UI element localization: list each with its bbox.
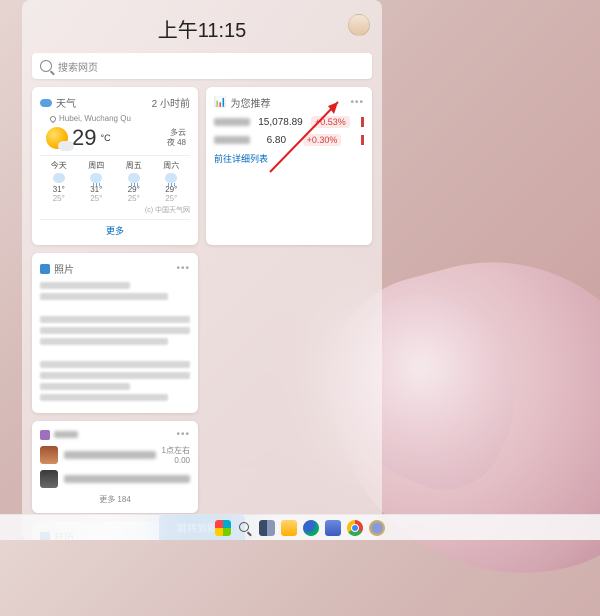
file-explorer-icon[interactable] [281, 520, 297, 536]
list-title-blurred [54, 431, 78, 438]
panel-header: 上午11:15 [32, 8, 372, 53]
taskbar-search-button[interactable] [237, 520, 253, 536]
forecast-day[interactable]: 周六 29° 25° [163, 160, 179, 203]
user-avatar[interactable] [348, 14, 370, 36]
forecast-icon [53, 173, 65, 183]
taskbar [0, 514, 600, 540]
list-item[interactable]: 1点左右0.00 [40, 445, 190, 465]
task-view-button[interactable] [259, 520, 275, 536]
forecast-day[interactable]: 周四 31° 25° [88, 160, 104, 203]
stock-bar [361, 117, 364, 127]
widgets-panel: 上午11:15 搜索网页 天气 2 小时前 Hubei, Wuchang Qu … [22, 0, 382, 540]
weather-location-row: Hubei, Wuchang Qu [50, 114, 190, 123]
list-card[interactable]: ••• 1点左右0.00 更多 184 [32, 421, 198, 513]
stock-change: +0.53% [311, 116, 350, 128]
weather-title: 天气 [56, 95, 76, 110]
widgets-grid: 天气 2 小时前 Hubei, Wuchang Qu 29 °C 多云 夜 48… [32, 87, 372, 540]
weather-feels: 夜 48 [167, 138, 186, 148]
stock-change: +0.30% [303, 134, 342, 146]
weather-app-icon [40, 99, 52, 107]
edge-icon[interactable] [303, 520, 319, 536]
stocks-detail-link[interactable]: 前往详细列表 [214, 152, 364, 165]
stock-row[interactable]: 6.80 +0.30% [214, 134, 364, 146]
weather-unit: °C [100, 133, 110, 143]
search-placeholder: 搜索网页 [58, 59, 98, 74]
stock-bar [361, 135, 364, 145]
weather-source: (c) 中国天气网 [40, 205, 190, 215]
forecast-icon [90, 173, 102, 183]
settings-icon[interactable] [369, 520, 385, 536]
chrome-icon[interactable] [347, 520, 363, 536]
weather-condition: 多云 [167, 128, 186, 138]
weather-location: Hubei, Wuchang Qu [59, 114, 131, 123]
store-icon[interactable] [325, 520, 341, 536]
weather-condition-icon [46, 127, 68, 149]
stocks-title: 为您推荐 [230, 95, 270, 110]
list-name-blurred [64, 451, 156, 459]
stock-name-blurred [214, 136, 250, 144]
forecast-icon [128, 173, 140, 183]
stock-row[interactable]: 15,078.89 +0.53% [214, 116, 364, 128]
clock-time: 上午11:15 [158, 20, 247, 42]
forecast-row: 今天 31° 25° 周四 31° 25° 周五 29° 25° [40, 155, 190, 203]
forecast-icon [165, 173, 177, 183]
photos-body-blurred [40, 282, 190, 401]
forecast-day[interactable]: 周五 29° 25° [126, 160, 142, 203]
search-input[interactable]: 搜索网页 [32, 53, 372, 79]
list-thumb [40, 446, 58, 464]
search-icon [40, 60, 52, 72]
weather-updated: 2 小时前 [152, 95, 190, 110]
list-item[interactable] [40, 470, 190, 488]
weather-temp: 29 [72, 125, 96, 151]
stock-value: 15,078.89 [258, 117, 303, 128]
list-name-blurred [64, 475, 190, 483]
list-thumb [40, 470, 58, 488]
card-menu-icon[interactable]: ••• [176, 429, 190, 440]
card-menu-icon[interactable]: ••• [176, 263, 190, 274]
photos-card[interactable]: 照片 ••• [32, 253, 198, 413]
stocks-card[interactable]: 📊 为您推荐 ••• 15,078.89 +0.53% 6.80 +0.30% … [206, 87, 372, 245]
list-icon [40, 430, 50, 440]
stock-value: 6.80 [267, 135, 286, 146]
photos-icon [40, 264, 50, 274]
photos-title: 照片 [54, 261, 74, 276]
weather-card[interactable]: 天气 2 小时前 Hubei, Wuchang Qu 29 °C 多云 夜 48… [32, 87, 198, 245]
start-button[interactable] [215, 520, 231, 536]
card-menu-icon[interactable]: ••• [350, 97, 364, 108]
forecast-day[interactable]: 今天 31° 25° [51, 160, 67, 203]
location-pin-icon [49, 114, 57, 122]
stock-name-blurred [214, 118, 250, 126]
list-footer[interactable]: 更多 184 [40, 494, 190, 505]
weather-more-link[interactable]: 更多 [40, 219, 190, 237]
